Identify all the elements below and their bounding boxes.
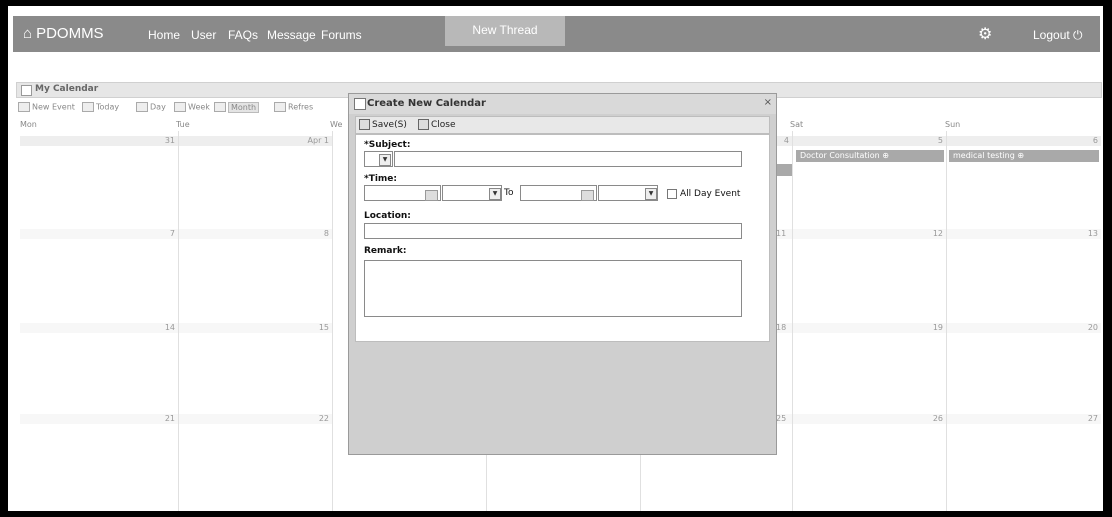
calendar-picker-icon[interactable] — [581, 190, 594, 201]
calendar-toolbar: New Event Today Day Week Month Refres — [16, 99, 356, 115]
subject-input[interactable] — [394, 151, 742, 167]
week-label: Week — [188, 102, 210, 112]
dialog-form: *Subject: ▼ *Time: ▼ To ▼ All Day Event … — [355, 134, 770, 342]
nav-message[interactable]: Message — [267, 28, 316, 42]
grid-line — [332, 131, 333, 511]
top-nav: ⌂ PDOMMS Home User FAQs Message Forums Ne… — [13, 16, 1100, 52]
home-icon: ⌂ — [23, 25, 33, 42]
day-header-tue: Tue — [176, 120, 190, 129]
day-cell-15[interactable]: 15 — [179, 323, 332, 333]
all-day-checkbox[interactable] — [667, 189, 677, 199]
day-cell-19[interactable]: 19 — [793, 323, 946, 333]
month-icon — [214, 102, 226, 112]
refresh-label: Refres — [288, 102, 314, 112]
refresh-button[interactable]: Refres — [274, 102, 313, 112]
day-header-mon: Mon — [20, 120, 37, 129]
create-calendar-dialog: Create New Calendar × Save(S) Close *Sub… — [348, 93, 777, 455]
day-button[interactable]: Day — [136, 102, 166, 112]
calendar-picker-icon[interactable] — [425, 190, 438, 201]
dialog-title-bar[interactable]: Create New Calendar × — [349, 94, 776, 114]
close-icon[interactable]: × — [764, 97, 772, 108]
close-button[interactable]: Close — [418, 119, 456, 130]
day-header-sun: Sun — [945, 120, 961, 129]
calendar-title: My Calendar — [35, 84, 99, 94]
day-cell-27[interactable]: 27 — [947, 414, 1101, 424]
day-header-wed: We — [330, 120, 343, 129]
event-label: Doctor Consultation — [800, 151, 880, 160]
day-cell-5[interactable]: 5 — [793, 136, 946, 146]
day-cell-21[interactable]: 21 — [20, 414, 178, 424]
nav-new-thread[interactable]: New Thread — [445, 16, 565, 46]
month-label: Month — [228, 101, 260, 113]
today-icon — [82, 102, 94, 112]
subject-type-select[interactable]: ▼ — [364, 151, 393, 167]
day-cell-apr1[interactable]: Apr 1 — [179, 136, 332, 146]
nav-faqs[interactable]: FAQs — [228, 28, 258, 42]
brand[interactable]: ⌂ PDOMMS — [23, 25, 104, 42]
today-label: Today — [96, 102, 120, 112]
dialog-toolbar: Save(S) Close — [355, 116, 770, 134]
dialog-icon — [354, 98, 366, 110]
day-cell-7[interactable]: 7 — [20, 229, 178, 239]
day-icon — [136, 102, 148, 112]
grid-line — [792, 131, 793, 511]
close-label: Close — [431, 120, 456, 130]
nav-user[interactable]: User — [191, 28, 216, 42]
remark-label: Remark: — [364, 246, 407, 256]
location-input[interactable] — [364, 223, 742, 239]
day-cell-26[interactable]: 26 — [793, 414, 946, 424]
end-time-select[interactable]: ▼ — [598, 185, 658, 201]
day-cell-20[interactable]: 20 — [947, 323, 1101, 333]
event-medical-testing[interactable]: medical testing ⊕ — [949, 150, 1099, 162]
calendar-icon — [21, 85, 32, 96]
day-cell-31[interactable]: 31 — [20, 136, 178, 146]
month-button[interactable]: Month — [214, 101, 260, 113]
user-settings-icon[interactable]: ⚙ — [978, 24, 992, 44]
start-date-input[interactable] — [364, 185, 441, 201]
day-cell-8[interactable]: 8 — [179, 229, 332, 239]
remark-textarea[interactable] — [364, 260, 742, 317]
day-cell-6[interactable]: 6 — [947, 136, 1101, 146]
app-frame: ⌂ PDOMMS Home User FAQs Message Forums Ne… — [8, 6, 1103, 511]
grid-line — [178, 131, 179, 511]
end-date-input[interactable] — [520, 185, 597, 201]
power-icon: ⏻ — [1073, 28, 1083, 42]
new-event-label: New Event — [32, 102, 75, 112]
day-cell-22[interactable]: 22 — [179, 414, 332, 424]
close-doc-icon — [418, 119, 429, 130]
day-cell-12[interactable]: 12 — [793, 229, 946, 239]
chevron-down-icon: ▼ — [379, 154, 391, 166]
new-event-icon — [18, 102, 30, 112]
logout-button[interactable]: Logout ⏻ — [1033, 28, 1083, 43]
chevron-down-icon: ▼ — [489, 188, 501, 200]
subject-label: *Subject: — [364, 140, 411, 150]
chevron-down-icon: ▼ — [645, 188, 657, 200]
week-icon — [174, 102, 186, 112]
logout-label: Logout — [1033, 28, 1070, 42]
event-doctor-consultation[interactable]: Doctor Consultation ⊕ — [796, 150, 944, 162]
day-label: Day — [150, 102, 166, 112]
grid-line — [946, 131, 947, 511]
day-cell-13[interactable]: 13 — [947, 229, 1101, 239]
time-label: *Time: — [364, 174, 398, 184]
dialog-title: Create New Calendar — [367, 98, 486, 109]
new-event-button[interactable]: New Event — [18, 102, 75, 112]
brand-label: PDOMMS — [36, 25, 104, 42]
start-time-select[interactable]: ▼ — [442, 185, 502, 201]
save-label: Save(S) — [372, 120, 407, 130]
event-label: medical testing — [953, 151, 1015, 160]
save-button[interactable]: Save(S) — [359, 119, 407, 130]
location-label: Location: — [364, 211, 411, 221]
day-cell-14[interactable]: 14 — [20, 323, 178, 333]
all-day-label: All Day Event — [680, 189, 741, 199]
refresh-icon — [274, 102, 286, 112]
day-header-sat: Sat — [790, 120, 804, 129]
today-button[interactable]: Today — [82, 102, 119, 112]
nav-forums[interactable]: Forums — [321, 28, 362, 42]
to-label: To — [504, 188, 514, 198]
week-button[interactable]: Week — [174, 102, 210, 112]
nav-home[interactable]: Home — [148, 28, 180, 42]
save-icon — [359, 119, 370, 130]
